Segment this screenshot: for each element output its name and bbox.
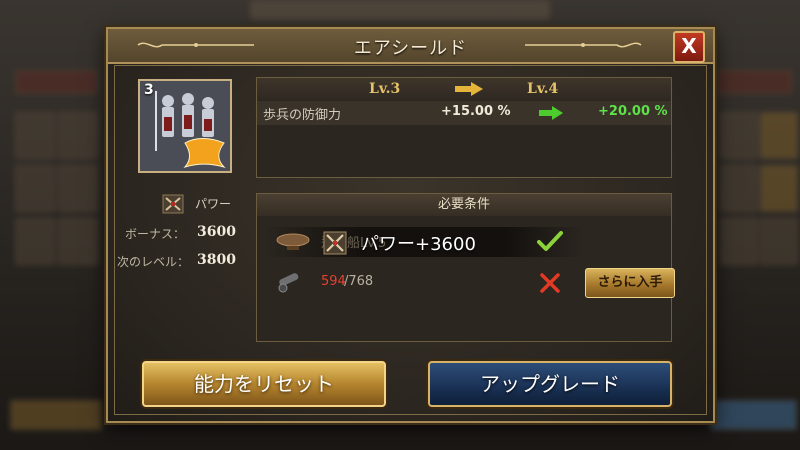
background-tile bbox=[15, 218, 55, 265]
background-tile bbox=[58, 112, 98, 159]
cross-icon bbox=[540, 273, 560, 293]
reset-ability-button[interactable]: 能力をリセット bbox=[142, 361, 386, 407]
upgrade-button[interactable]: アップグレード bbox=[428, 361, 672, 407]
level-header: Lv.3 Lv.4 bbox=[257, 78, 671, 100]
background-tile bbox=[58, 218, 98, 265]
title-flourish-right bbox=[525, 42, 642, 48]
background-title-bar bbox=[250, 0, 550, 20]
background-tile bbox=[760, 165, 798, 212]
background-tile bbox=[715, 70, 792, 94]
airship-icon bbox=[276, 233, 310, 250]
background-tile bbox=[720, 218, 758, 265]
stat-row: 歩兵の防御力 +15.00 % +20.00 % bbox=[257, 101, 671, 125]
power-popup-icon bbox=[323, 231, 347, 255]
background-tile bbox=[760, 112, 798, 159]
resource-total: /768 bbox=[344, 274, 374, 289]
requirements-panel: 必要条件 飛行船Lv.5 パワー+3600 594 /768 さらに入手 bbox=[256, 193, 675, 342]
checkmark-icon bbox=[537, 231, 563, 251]
background-tile bbox=[10, 400, 102, 430]
background-tile bbox=[710, 400, 797, 430]
requirement-row-resource: 594 /768 さらに入手 bbox=[263, 266, 675, 298]
power-label: パワー bbox=[195, 197, 232, 211]
background-tile bbox=[15, 70, 97, 94]
bonus-value: 3600 bbox=[197, 224, 236, 240]
requirement-row-airship: 飛行船Lv.5 パワー+3600 bbox=[263, 227, 665, 257]
dialog-titlebar: エアシールド X bbox=[108, 29, 713, 64]
resource-current: 594 bbox=[321, 274, 346, 289]
next-level: Lv.4 bbox=[527, 81, 559, 97]
current-level: Lv.3 bbox=[369, 81, 401, 97]
power-icon bbox=[162, 194, 184, 214]
background-tile bbox=[760, 218, 798, 265]
stat-current-value: +15.00 % bbox=[441, 104, 511, 119]
level-comparison-panel: Lv.3 Lv.4 歩兵の防御力 +15.00 % +20.00 % bbox=[256, 77, 672, 178]
stat-name: 歩兵の防御力 bbox=[263, 108, 342, 123]
arrow-right-icon bbox=[455, 82, 483, 96]
power-popup-text: パワー+3600 bbox=[361, 234, 476, 255]
cannon-icon bbox=[278, 273, 299, 293]
close-button[interactable]: X bbox=[673, 31, 705, 63]
green-arrow-icon bbox=[539, 106, 563, 120]
get-more-button[interactable]: さらに入手 bbox=[585, 268, 675, 298]
bonus-label: ボーナス： bbox=[125, 227, 186, 241]
background-tile bbox=[15, 112, 55, 159]
background-tile bbox=[720, 112, 758, 159]
skill-portrait: 3 bbox=[138, 79, 232, 173]
skill-level-badge: 3 bbox=[144, 82, 154, 98]
stat-next-value: +20.00 % bbox=[598, 104, 668, 119]
background-tile bbox=[15, 165, 55, 212]
next-level-value: 3800 bbox=[197, 252, 236, 268]
requirements-title: 必要条件 bbox=[257, 194, 671, 216]
next-level-label: 次のレベル： bbox=[117, 255, 190, 269]
background-tile bbox=[58, 165, 98, 212]
background-tile bbox=[720, 165, 758, 212]
